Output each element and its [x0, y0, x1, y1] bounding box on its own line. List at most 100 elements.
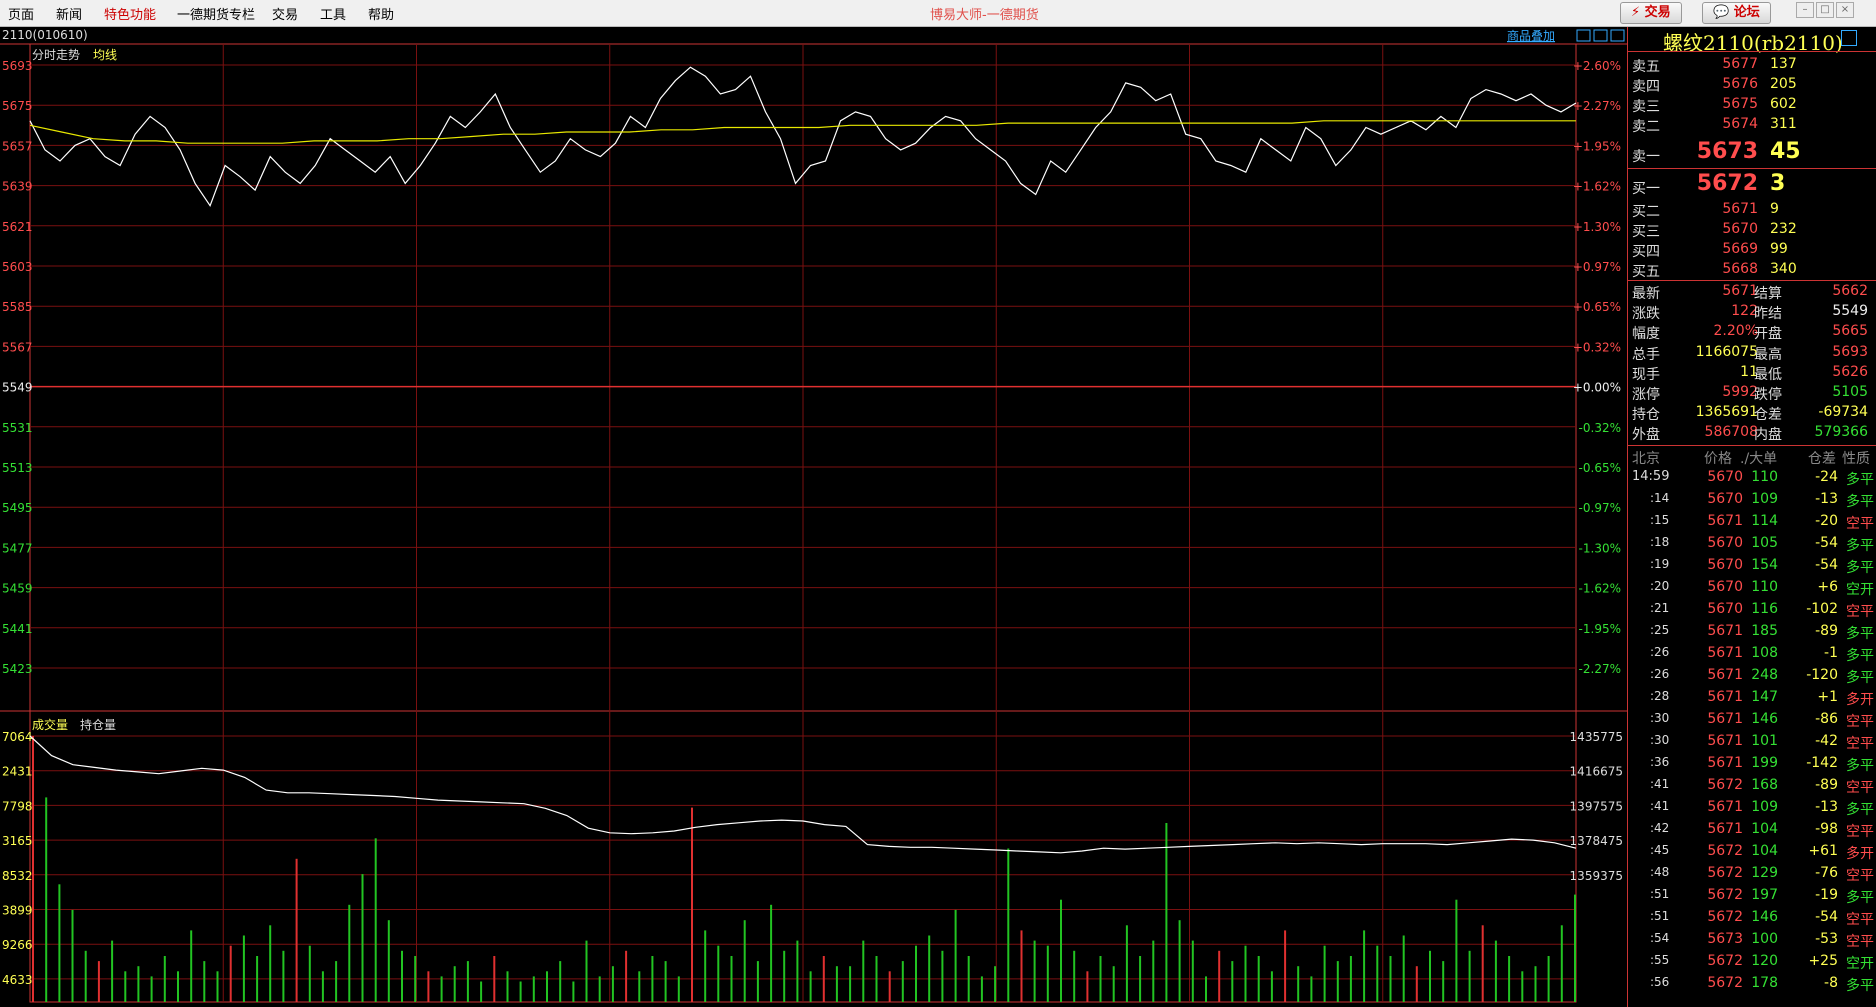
volume-bar: [756, 961, 759, 1002]
volume-bar: [348, 904, 351, 1002]
volume-bar: [387, 920, 390, 1002]
menu-features[interactable]: 特色功能: [104, 4, 156, 23]
volume-bar: [1429, 950, 1431, 1002]
pct-tick-label: -0.97%: [1579, 501, 1621, 515]
menu-help[interactable]: 帮助: [368, 4, 394, 23]
tick-volume: 108: [1751, 645, 1778, 661]
oi-tick-label: 1378475: [1570, 834, 1623, 848]
tick-nature: 空平: [1846, 912, 1874, 928]
tick-price: 5672: [1707, 777, 1743, 793]
trade-button[interactable]: ⚡ 交易: [1620, 2, 1682, 24]
bid-label: 买四: [1632, 244, 1660, 260]
tick-time: :45: [1650, 843, 1670, 857]
ask-label: 卖四: [1632, 79, 1660, 95]
bid-price: 5670: [1722, 221, 1758, 237]
tick-oi-change: -8: [1824, 975, 1838, 991]
volume-bar: [1152, 940, 1155, 1002]
tick-nature: 多平: [1846, 494, 1874, 510]
tick-oi-change: +1: [1817, 689, 1838, 705]
oi-tick-label: 1359375: [1570, 869, 1623, 883]
trade-button-label: 交易: [1644, 5, 1671, 20]
tick-time: :18: [1650, 535, 1670, 549]
tick-oi-change: -1: [1824, 645, 1838, 661]
tick-oi-change: -24: [1815, 469, 1838, 485]
volume-bar: [980, 976, 983, 1002]
volume-bar: [1178, 920, 1181, 1002]
tick-volume: 105: [1751, 535, 1778, 551]
forum-button[interactable]: 💬 论坛: [1702, 2, 1771, 24]
stat-label: 结算: [1754, 286, 1782, 302]
price-tick-label: 5675: [2, 99, 33, 113]
tick-oi-change: -76: [1815, 865, 1838, 881]
volume-bar: [177, 971, 179, 1002]
vol-tick-label: 7064: [2, 730, 33, 744]
tick-price: 5670: [1707, 491, 1743, 507]
volume-bar: [1205, 976, 1207, 1002]
stat-label: 外盘: [1632, 427, 1660, 444]
tick-oi-change: -89: [1815, 777, 1838, 793]
volume-bar: [532, 976, 535, 1002]
tick-time: :55: [1650, 953, 1670, 967]
volume-bar: [269, 925, 272, 1002]
bid-volume: 232: [1770, 221, 1797, 237]
volume-bar: [216, 971, 219, 1002]
tick-time: :51: [1650, 909, 1670, 923]
tick-oi-change: -86: [1815, 711, 1838, 727]
price-tick-label: 5513: [2, 461, 33, 475]
intraday-chart[interactable]: 2110(010610) 分时走势 均线 商品叠加 5693 +2.60% 5675 +2.2…: [0, 27, 1627, 1007]
tick-oi-change: -54: [1815, 909, 1838, 925]
volume-bar: [519, 981, 522, 1002]
minimize-icon[interactable]: –: [1796, 2, 1814, 18]
tick-price: 5672: [1707, 865, 1743, 881]
maximize-icon[interactable]: □: [1816, 2, 1834, 18]
volume-bar: [770, 904, 773, 1002]
tick-time: :56: [1650, 975, 1670, 989]
volume-bar: [1297, 966, 1300, 1002]
price-tick-label: 5621: [2, 220, 33, 234]
tick-header-time: 北京: [1632, 451, 1660, 467]
stat-value: 5693: [1832, 343, 1868, 360]
tick-nature: 空开: [1846, 582, 1874, 598]
tick-nature: 多平: [1846, 626, 1874, 642]
menu-news[interactable]: 新闻: [56, 4, 82, 23]
pct-tick-label: +0.97%: [1573, 260, 1621, 274]
stat-label: 内盘: [1754, 427, 1782, 444]
pct-tick-label: +1.30%: [1573, 220, 1621, 234]
lightning-icon: ⚡: [1631, 5, 1641, 20]
panel-toggle-icon[interactable]: [1841, 30, 1857, 46]
ask-price: 5675: [1722, 96, 1758, 112]
stat-label: 最低: [1754, 366, 1782, 383]
tick-price: 5672: [1707, 887, 1743, 903]
volume-bar: [572, 981, 575, 1002]
tick-volume: 199: [1751, 755, 1778, 771]
price-tick-label: 5423: [2, 662, 33, 676]
volume-bar: [414, 956, 417, 1002]
volume-bar: [137, 966, 140, 1002]
menu-yide-column[interactable]: 一德期货专栏: [177, 4, 255, 23]
volume-bar: [190, 930, 193, 1002]
volume-bar: [1402, 935, 1405, 1002]
volume-bar: [822, 956, 825, 1002]
tick-price: 5671: [1707, 623, 1743, 639]
stat-value: 5549: [1832, 303, 1868, 320]
menu-bar: 页面 新闻 特色功能 一德期货专栏 交易 工具 帮助 博易大师-一德期货 ⚡ 交…: [0, 0, 1876, 27]
tick-oi-change: -89: [1815, 623, 1838, 639]
bid-price: 5668: [1722, 261, 1758, 277]
tick-time: :30: [1650, 733, 1670, 747]
bid-volume: 340: [1770, 261, 1797, 277]
vol-tick-label: 4633: [2, 973, 33, 987]
close-icon[interactable]: ×: [1836, 2, 1854, 18]
menu-page[interactable]: 页面: [8, 4, 34, 23]
tick-price: 5672: [1707, 975, 1743, 991]
menu-trade[interactable]: 交易: [272, 4, 298, 23]
tick-header-nature: 性质: [1842, 451, 1870, 467]
vol-tick-label: 8532: [2, 869, 33, 883]
volume-bar: [994, 966, 997, 1002]
volume-bar: [58, 884, 61, 1002]
menu-tools[interactable]: 工具: [320, 4, 346, 23]
stat-value: 5105: [1832, 384, 1868, 400]
volume-bar: [783, 950, 786, 1002]
ask-volume: 311: [1770, 116, 1797, 132]
stat-label: 涨停: [1632, 387, 1660, 403]
volume-bar: [1534, 966, 1537, 1002]
